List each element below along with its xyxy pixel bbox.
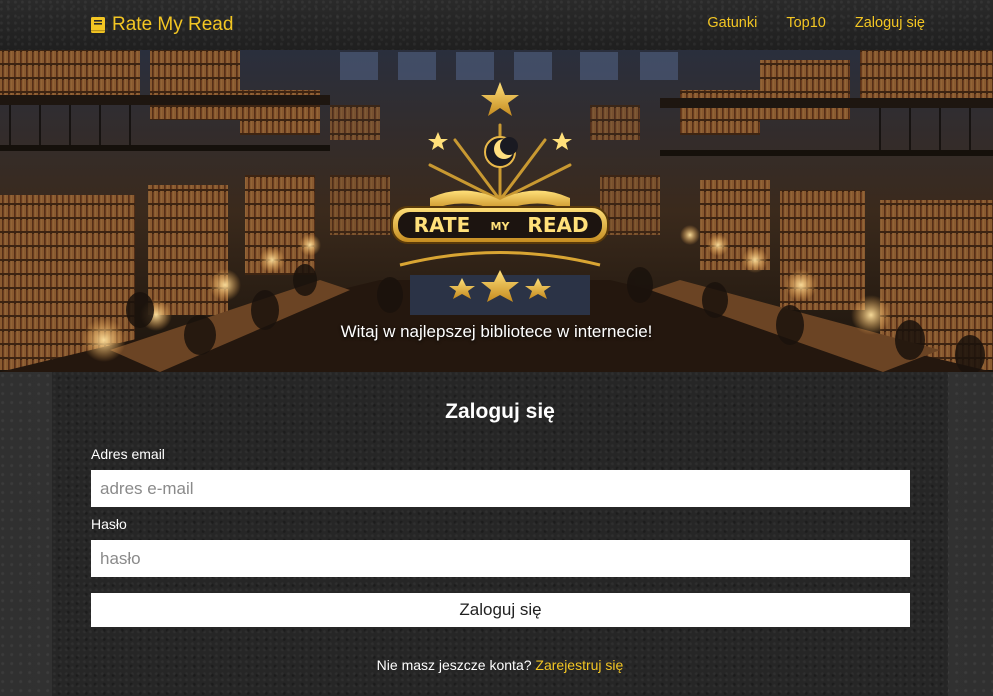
register-prompt: Nie masz jeszcze konta? Zarejestruj się: [52, 657, 948, 673]
password-input[interactable]: [91, 540, 910, 577]
register-link[interactable]: Zarejestruj się: [535, 657, 623, 673]
email-label: Adres email: [91, 446, 165, 462]
nav-link-top10[interactable]: Top10: [786, 14, 826, 32]
login-title: Zaloguj się: [445, 400, 555, 423]
brand-link[interactable]: Rate My Read: [90, 13, 233, 37]
nav-link-login[interactable]: Zaloguj się: [855, 14, 925, 32]
email-input[interactable]: [91, 470, 910, 507]
svg-text:MY: MY: [491, 220, 511, 233]
svg-text:READ: READ: [527, 213, 588, 237]
login-button[interactable]: Zaloguj się: [91, 593, 910, 627]
nav-links: Gatunki Top10 Zaloguj się: [707, 14, 925, 32]
login-panel: Zaloguj się Adres email Hasło Zaloguj si…: [52, 372, 948, 696]
svg-text:RATE: RATE: [414, 213, 471, 237]
hero-banner: RATE MY READ Witaj w najlepszej bibliote…: [0, 50, 993, 372]
hero-caption: Witaj w najlepszej bibliotece w internec…: [340, 322, 653, 341]
top-navbar: Rate My Read Gatunki Top10 Zaloguj się: [0, 0, 993, 50]
nav-link-genres[interactable]: Gatunki: [707, 14, 757, 32]
book-icon: [90, 16, 106, 34]
brand-name: Rate My Read: [112, 14, 234, 35]
password-label: Hasło: [91, 516, 127, 532]
register-prompt-text: Nie masz jeszcze konta?: [376, 657, 532, 673]
